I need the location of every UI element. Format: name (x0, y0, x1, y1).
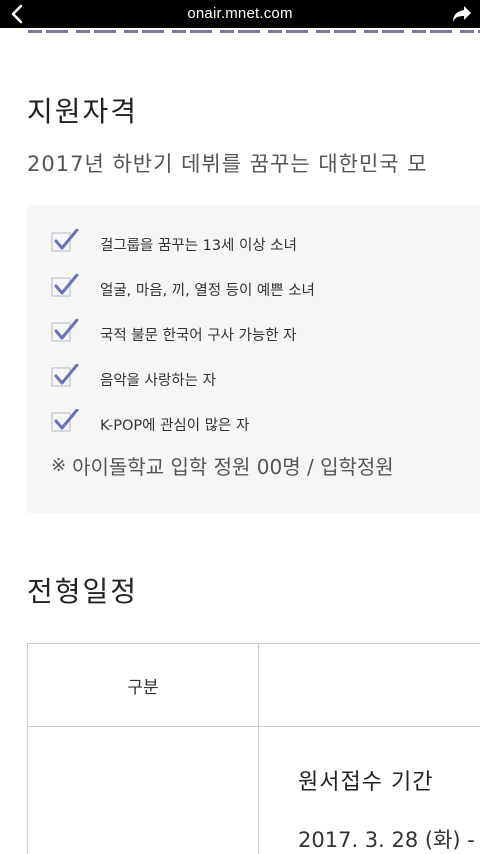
qualification-box: 걸그룹을 꿈꾸는 13세 이상 소녀 얼굴, 마음, 끼, 열정 등이 예쁜 소… (27, 205, 480, 513)
qualification-title: 지원자격 (27, 95, 139, 128)
list-item-label: 걸그룹을 꿈꾸는 13세 이상 소녀 (100, 238, 297, 254)
list-item: K-POP에 관심이 많은 자 (51, 408, 315, 454)
table-header-category: 구분 (127, 677, 159, 698)
checkbox-checked-icon (51, 408, 79, 433)
checkbox-checked-icon (51, 273, 79, 298)
reference-mark: ※ (51, 455, 67, 476)
schedule-title: 전형일정 (27, 575, 139, 608)
admission-note: ※ 아이돌학교 입학 정원 00명 / 입학정원 (51, 451, 394, 480)
list-item: 음악을 사랑하는 자 (51, 363, 315, 409)
list-item: 국적 불문 한국어 구사 가능한 자 (51, 318, 315, 364)
admission-note-text: 아이돌학교 입학 정원 00명 / 입학정원 (72, 455, 394, 479)
page: onair.mnet.com 지원자격 2017년 하반기 데뷔를 꿈꾸는 대한… (0, 0, 480, 854)
checkbox-checked-icon (51, 318, 79, 343)
schedule-row-title: 원서접수 기간 (298, 770, 434, 795)
browser-toolbar: onair.mnet.com (0, 0, 480, 28)
schedule-table: 구분 원서접수 기간 2017. 3. 28 (화) - (27, 643, 480, 854)
checkbox-checked-icon (51, 228, 79, 253)
schedule-row-date: 2017. 3. 28 (화) - (298, 828, 475, 852)
list-item-label: K-POP에 관심이 많은 자 (100, 418, 250, 434)
list-item: 걸그룹을 꿈꾸는 13세 이상 소녀 (51, 228, 315, 274)
list-item: 얼굴, 마음, 끼, 열정 등이 예쁜 소녀 (51, 273, 315, 319)
url-text[interactable]: onair.mnet.com (0, 5, 480, 22)
checkbox-checked-icon (51, 363, 79, 388)
qualification-list: 걸그룹을 꿈꾸는 13세 이상 소녀 얼굴, 마음, 끼, 열정 등이 예쁜 소… (51, 228, 315, 454)
list-item-label: 국적 불문 한국어 구사 가능한 자 (100, 328, 297, 344)
list-item-label: 얼굴, 마음, 끼, 열정 등이 예쁜 소녀 (100, 283, 315, 299)
share-arrow-icon (453, 6, 471, 22)
list-item-label: 음악을 사랑하는 자 (100, 373, 216, 389)
column-divider (258, 644, 259, 854)
qualification-subtitle: 2017년 하반기 데뷔를 꿈꾸는 대한민국 모 (27, 152, 428, 176)
share-button[interactable] (450, 3, 474, 25)
